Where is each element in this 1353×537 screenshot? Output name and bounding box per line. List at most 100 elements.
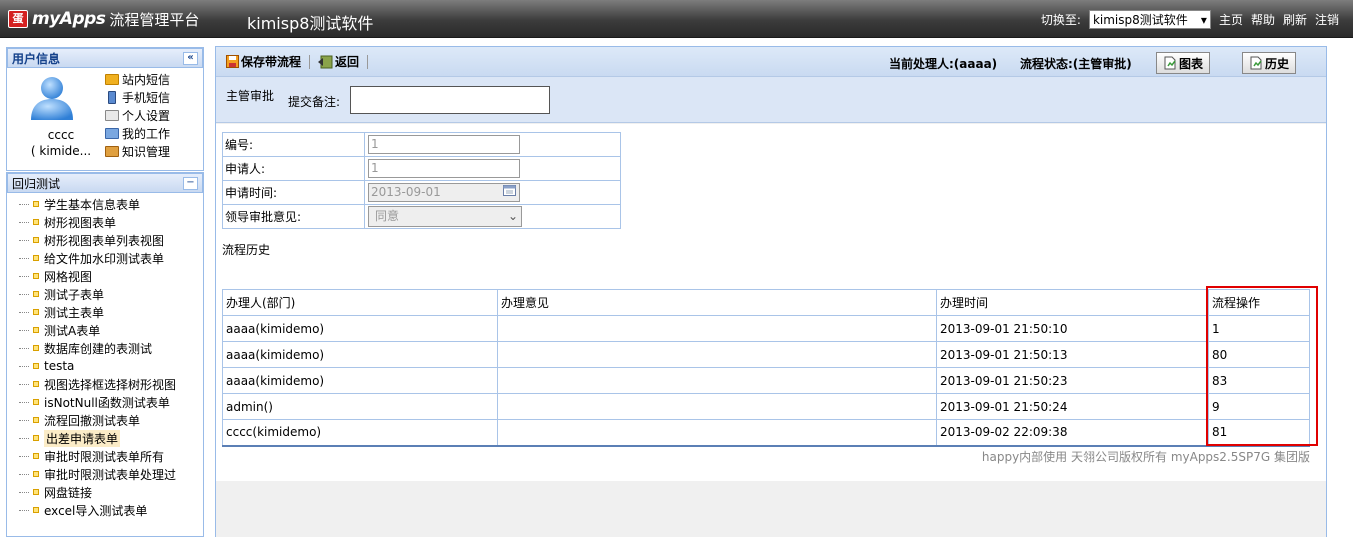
app-switch-select[interactable]: kimisp8测试软件 ▾	[1088, 10, 1211, 29]
collapse-icon[interactable]: −	[183, 176, 198, 190]
sms-link[interactable]: 手机短信	[105, 88, 203, 106]
tree-item[interactable]: 给文件加水印测试表单	[7, 249, 203, 267]
tree-item-label: 数据库创建的表测试	[44, 341, 153, 356]
number-field[interactable]: 1	[368, 135, 520, 154]
chevron-down-icon: ▾	[1200, 12, 1207, 27]
refresh-link[interactable]: 刷新	[1283, 11, 1307, 28]
flow-history-table: 办理人(部门) 办理意见 办理时间 流程操作 aaaa(kimidemo) 201…	[222, 289, 1310, 447]
tree-item[interactable]: excel导入测试表单	[7, 501, 203, 519]
apply-date-field[interactable]: 2013-09-01	[368, 183, 520, 202]
leader-opinion-select[interactable]: 同意 ⌄	[368, 206, 522, 227]
node-icon	[33, 453, 39, 459]
tree-connector	[19, 311, 29, 313]
cell-opinion	[497, 367, 937, 394]
app-switch-value: kimisp8测试软件	[1092, 13, 1188, 27]
tree-item-label: 审批时限测试表单处理过	[44, 467, 177, 482]
tree-connector	[19, 293, 29, 295]
internal-message-link[interactable]: 站内短信	[105, 70, 203, 88]
leader-opinion-value: 同意	[375, 209, 400, 223]
form-row: 申请人: 1	[222, 156, 621, 181]
history-button[interactable]: 历史	[1242, 52, 1297, 74]
tree-item-label: excel导入测试表单	[44, 503, 148, 518]
cell-handler: aaaa(kimidemo)	[222, 315, 498, 342]
empty-area	[216, 481, 1326, 537]
home-link[interactable]: 主页	[1219, 11, 1243, 28]
knowledge-label: 知识管理	[122, 144, 171, 159]
cell-operation: 80	[1208, 341, 1310, 368]
internal-message-label: 站内短信	[122, 72, 171, 87]
back-button[interactable]: 返回	[318, 53, 359, 70]
tree-item[interactable]: 审批时限测试表单处理过	[7, 465, 203, 483]
table-row: aaaa(kimidemo) 2013-09-01 21:50:23 83	[222, 367, 1310, 394]
personal-settings-link[interactable]: 个人设置	[105, 106, 203, 124]
save-flow-label: 保存带流程	[241, 55, 302, 69]
chart-button[interactable]: 图表	[1156, 52, 1211, 74]
applicant-field[interactable]: 1	[368, 159, 520, 178]
tree-item[interactable]: 视图选择框选择树形视图	[7, 375, 203, 393]
tree-connector	[19, 203, 29, 205]
save-flow-button[interactable]: 保存带流程	[226, 53, 301, 70]
tree-item[interactable]: testa	[7, 357, 203, 375]
col-time: 办理时间	[936, 289, 1209, 316]
tree-item[interactable]: 流程回撤测试表单	[7, 411, 203, 429]
submit-note-input[interactable]	[350, 86, 550, 114]
document-icon	[1250, 56, 1262, 70]
current-node-label: 主管审批	[226, 89, 275, 103]
tree-item[interactable]: 出差申请表单	[7, 429, 203, 447]
personal-settings-label: 个人设置	[122, 108, 171, 123]
app-title: kimisp8测试软件	[247, 14, 374, 33]
tree-item-label: 测试A表单	[44, 323, 101, 338]
my-work-label: 我的工作	[122, 126, 171, 141]
node-icon	[33, 363, 39, 369]
tree-connector	[19, 347, 29, 349]
knowledge-link[interactable]: 知识管理	[105, 142, 203, 160]
logout-link[interactable]: 注销	[1315, 11, 1339, 28]
tree-item[interactable]: 测试子表单	[7, 285, 203, 303]
tree-item[interactable]: 测试A表单	[7, 321, 203, 339]
tree-item[interactable]: 审批时限测试表单所有	[7, 447, 203, 465]
table-row: cccc(kimidemo) 2013-09-02 22:09:38 81	[222, 419, 1310, 447]
submit-note-label: 提交备注:	[288, 95, 341, 109]
cell-opinion	[497, 393, 937, 420]
tree-connector	[19, 239, 29, 241]
tree-item[interactable]: 测试主表单	[7, 303, 203, 321]
collapse-left-icon[interactable]: «	[183, 51, 198, 65]
toolbar-separator	[367, 54, 369, 69]
user-links: 站内短信 手机短信 个人设置 我的工作 知识管理	[105, 70, 203, 160]
node-icon	[33, 507, 39, 513]
chart-label: 图表	[1179, 56, 1204, 71]
cell-handler: admin()	[222, 393, 498, 420]
my-work-link[interactable]: 我的工作	[105, 124, 203, 142]
tree-item-label: testa	[44, 359, 75, 373]
tree-item[interactable]: 网盘链接	[7, 483, 203, 501]
cell-opinion	[497, 419, 937, 447]
tree-item[interactable]: 学生基本信息表单	[7, 195, 203, 213]
cell-handler: aaaa(kimidemo)	[222, 367, 498, 394]
node-icon	[33, 399, 39, 405]
tree-connector	[19, 419, 29, 421]
cell-handler: cccc(kimidemo)	[222, 419, 498, 447]
col-opinion: 办理意见	[497, 289, 937, 316]
table-row: admin() 2013-09-01 21:50:24 9	[222, 393, 1310, 420]
switch-label: 切换至:	[1040, 13, 1081, 27]
top-bar: 蛋 myApps 流程管理平台 kimisp8测试软件 切换至: kimisp8…	[0, 0, 1353, 38]
tree-connector	[19, 509, 29, 511]
node-icon	[33, 489, 39, 495]
table-row: aaaa(kimidemo) 2013-09-01 21:50:13 80	[222, 341, 1310, 368]
node-icon	[33, 219, 39, 225]
menu-tree: 学生基本信息表单 树形视图表单 树形视图表单列表视图 给文件加水印测试表单 网格视图 测试…	[7, 193, 203, 519]
help-link[interactable]: 帮助	[1251, 11, 1275, 28]
tree-item-label: 给文件加水印测试表单	[44, 251, 165, 266]
tree-item[interactable]: 树形视图表单列表视图	[7, 231, 203, 249]
history-header-row: 办理人(部门) 办理意见 办理时间 流程操作	[222, 289, 1310, 316]
tree-item[interactable]: 网格视图	[7, 267, 203, 285]
tree-item[interactable]: isNotNull函数测试表单	[7, 393, 203, 411]
cell-time: 2013-09-01 21:50:23	[936, 367, 1209, 394]
tree-item-label: 树形视图表单列表视图	[44, 233, 165, 248]
calendar-icon[interactable]	[503, 184, 516, 196]
tree-item[interactable]: 数据库创建的表测试	[7, 339, 203, 357]
tree-connector	[19, 275, 29, 277]
form-label: 申请人:	[222, 156, 365, 181]
tree-item[interactable]: 树形视图表单	[7, 213, 203, 231]
node-icon	[33, 291, 39, 297]
